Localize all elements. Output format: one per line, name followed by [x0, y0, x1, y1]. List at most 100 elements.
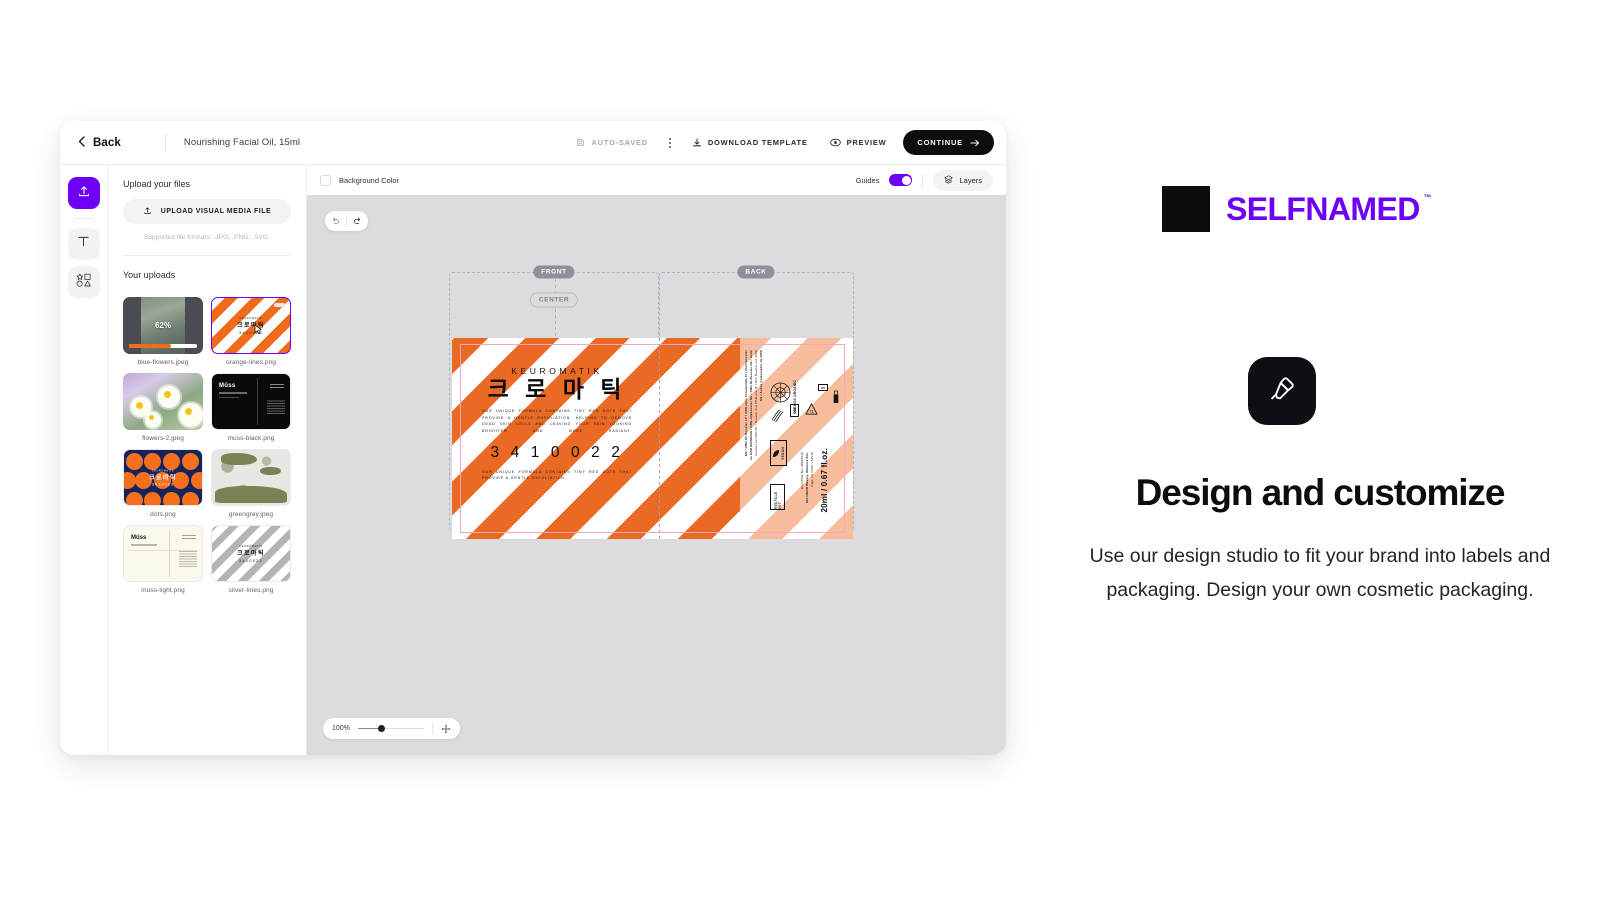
guides-toggle[interactable] — [889, 174, 913, 186]
upload-item-label: muss-light.png — [141, 587, 185, 594]
background-color-checkbox[interactable] — [320, 174, 331, 186]
download-template-label: DOWNLOAD TEMPLATE — [707, 138, 808, 147]
upload-item-silver-lines[interactable]: KEUROMATIK 크로마틱 3410022 silver-lines.png — [211, 525, 291, 594]
back-badge: BACK — [737, 265, 775, 279]
label-safe-area-guide — [460, 344, 845, 533]
arrow-right-icon — [970, 139, 980, 147]
paintbrush-icon — [1267, 374, 1297, 409]
page-title: Design and customize — [1135, 472, 1506, 513]
layers-icon — [944, 174, 954, 186]
product-name: Nourishing Facial Oil, 15ml — [183, 137, 301, 148]
layers-button[interactable]: Layers — [933, 169, 993, 191]
thumbnail: KEUROMATIK 크로마틱 3410022 — [211, 297, 291, 354]
upload-item-label: flowers-2.jpeg — [142, 435, 184, 442]
thumbnail: Müss — [211, 373, 291, 430]
brand-name: SELFNAMED — [1226, 190, 1420, 227]
back-button[interactable]: Back — [78, 136, 121, 149]
upload-icon — [143, 206, 152, 217]
artboard[interactable]: FRONT BACK CENTER KEUROMATIK 크 로 마 틱 OUR… — [449, 265, 854, 547]
upload-item-muss-black[interactable]: Müss muss-black.png — [211, 373, 291, 442]
undo-icon — [331, 212, 340, 230]
continue-button[interactable]: CONTINUE — [903, 130, 994, 155]
thumbnail-art: KEUROMATIK 크로마틱 3410022 — [149, 469, 177, 486]
more-vertical-icon[interactable] — [659, 137, 681, 148]
upload-item-label: blue-flowers.jpeg — [137, 359, 189, 366]
toolbar-actions: AUTO-SAVED DOWNLOAD TEMPLATE PREVIEW CON… — [565, 130, 1006, 155]
marketing-panel: SELFNAMED ™ Design and customize Use our … — [1040, 0, 1600, 900]
upload-section: Upload your files UPLOAD VISUAL MEDIA FI… — [108, 165, 306, 256]
zoom-level: 100% — [332, 725, 350, 732]
preview-label: PREVIEW — [846, 138, 887, 147]
background-color-label: Background Color — [339, 175, 400, 185]
chevron-left-icon — [78, 136, 85, 149]
upload-item-flowers-2[interactable]: flowers-2.jpeg — [123, 373, 203, 442]
upload-progress-bar — [129, 344, 197, 348]
formats-hint: Supported file formats: .JPG; .PNG; .SVG… — [143, 234, 271, 241]
canvas-stage[interactable]: FRONT BACK CENTER KEUROMATIK 크 로 마 틱 OUR… — [307, 195, 1006, 755]
preview-button[interactable]: PREVIEW — [819, 138, 898, 147]
thumbnail — [211, 449, 291, 506]
cursor-icon — [254, 324, 263, 337]
upload-item-label: dots.png — [150, 511, 176, 518]
design-studio-window: Back Nourishing Facial Oil, 15ml AUTO-SA… — [60, 121, 1006, 755]
selfnamed-blob-logo-icon — [1162, 186, 1210, 232]
upload-icon — [77, 184, 91, 203]
front-badge: FRONT — [533, 265, 575, 279]
trademark-symbol: ™ — [1423, 192, 1431, 202]
text-t-icon — [77, 235, 90, 253]
guides-label: Guides — [855, 175, 880, 185]
zoom-control: 100% — [323, 718, 460, 739]
uploads-panel: Upload your files UPLOAD VISUAL MEDIA FI… — [108, 165, 307, 755]
redo-icon — [353, 212, 362, 230]
thumbnail — [123, 373, 203, 430]
label-artwork[interactable]: KEUROMATIK 크 로 마 틱 OUR UNIQUE FORMULA CO… — [452, 338, 853, 539]
upload-item-greengrey[interactable]: greengrey.jpeg — [211, 449, 291, 518]
sidebar-item-shapes[interactable] — [67, 266, 100, 298]
autosaved-status: AUTO-SAVED — [565, 138, 658, 147]
sidebar-item-upload[interactable] — [67, 177, 100, 209]
uploads-grid: 62% blue-flowers.jpeg KEUROMATIK 크로마틱 34… — [108, 297, 306, 594]
upload-item-label: silver-lines.png — [228, 587, 274, 594]
canvas-area: Background Color Guides Layers FRONT BAC… — [307, 165, 1006, 755]
save-cloud-icon — [576, 138, 585, 147]
download-template-button[interactable]: DOWNLOAD TEMPLATE — [681, 138, 819, 148]
thumbnail-chip — [274, 303, 285, 307]
thumbnail-art: KEUROMATIK 크로마틱 3410022 — [236, 316, 266, 335]
autosaved-label: AUTO-SAVED — [591, 138, 648, 147]
uploads-heading: Your uploads — [123, 270, 176, 280]
upload-item-dots[interactable]: KEUROMATIK 크로마틱 3410022 dots.png — [123, 449, 203, 518]
upload-item-label: greengrey.jpeg — [228, 511, 274, 518]
top-toolbar: Back Nourishing Facial Oil, 15ml AUTO-SA… — [60, 121, 1006, 165]
upload-visual-media-file-button[interactable]: UPLOAD VISUAL MEDIA FILE — [123, 199, 291, 224]
selfnamed-wordmark: SELFNAMED ™ — [1226, 190, 1431, 228]
download-icon — [692, 138, 702, 148]
tool-rail — [60, 165, 108, 755]
upload-item-orange-lines[interactable]: KEUROMATIK 크로마틱 3410022 orange-lines.png — [211, 297, 291, 366]
thumbnail-art: Müss — [219, 383, 236, 389]
upload-item-label: orange-lines.png — [225, 359, 277, 366]
upload-item-label: muss-black.png — [227, 435, 275, 442]
upload-heading: Upload your files — [123, 179, 191, 189]
upload-item-blue-flowers[interactable]: 62% blue-flowers.jpeg — [123, 297, 203, 366]
page-subtitle: Use our design studio to fit your brand … — [1089, 545, 1551, 601]
redo-button[interactable] — [347, 212, 368, 230]
thumbnail: KEUROMATIK 크로마틱 3410022 — [211, 525, 291, 582]
thumbnail-art: Müss — [131, 535, 147, 541]
uploads-section: Your uploads — [108, 256, 306, 297]
center-badge: CENTER — [529, 292, 579, 308]
zoom-divider — [431, 723, 433, 734]
undo-button[interactable] — [325, 212, 346, 230]
layers-label: Layers — [959, 175, 982, 185]
zoom-slider[interactable] — [357, 724, 424, 732]
toolbar-divider — [922, 173, 924, 187]
rail-divider — [73, 218, 94, 219]
upload-item-muss-light[interactable]: Müss muss-light.png — [123, 525, 203, 594]
sidebar-item-text[interactable] — [67, 228, 100, 260]
thumbnail: KEUROMATIK 크로마틱 3410022 — [123, 449, 203, 506]
selfnamed-logo: SELFNAMED ™ — [1162, 186, 1431, 232]
move-icon[interactable] — [441, 724, 451, 734]
history-controls — [325, 211, 368, 231]
shapes-icon — [76, 273, 92, 292]
label-center-fold-line — [659, 338, 660, 539]
back-label: Back — [93, 136, 121, 149]
